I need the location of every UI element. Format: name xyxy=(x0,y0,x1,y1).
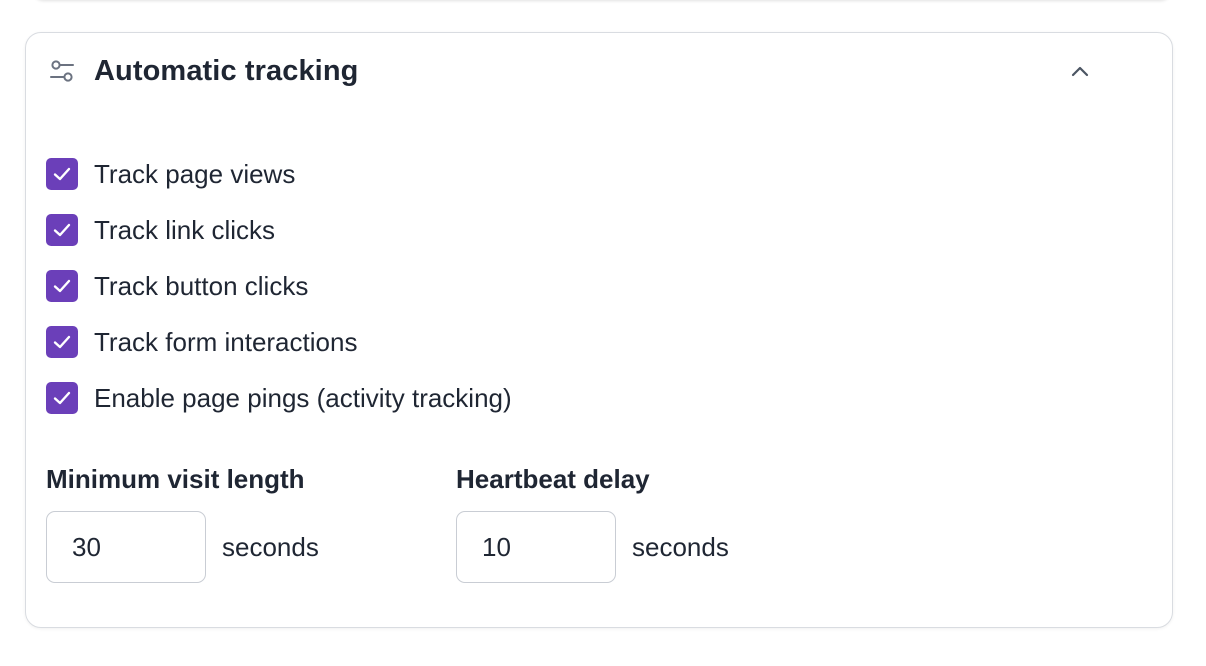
track-form-interactions-checkbox[interactable] xyxy=(46,326,78,358)
option-track-page-views: Track page views xyxy=(46,146,512,202)
section-title: Automatic tracking xyxy=(94,54,359,87)
checkmark-icon xyxy=(53,167,71,181)
option-enable-page-pings: Enable page pings (activity tracking) xyxy=(46,370,512,426)
min-visit-length-field: Minimum visit length seconds xyxy=(46,462,456,583)
option-label: Track button clicks xyxy=(94,270,309,301)
track-page-views-checkbox[interactable] xyxy=(46,158,78,190)
checkmark-icon xyxy=(53,335,71,349)
min-visit-length-row: seconds xyxy=(46,511,456,583)
settings-sliders-icon xyxy=(48,57,76,85)
min-visit-length-label: Minimum visit length xyxy=(46,464,305,494)
min-visit-length-unit: seconds xyxy=(222,531,319,562)
heartbeat-delay-input[interactable] xyxy=(456,511,616,583)
checkmark-icon xyxy=(53,223,71,237)
track-button-clicks-checkbox[interactable] xyxy=(46,270,78,302)
heartbeat-delay-field: Heartbeat delay seconds xyxy=(456,462,866,583)
collapse-button[interactable] xyxy=(1064,56,1096,88)
min-visit-length-input[interactable] xyxy=(46,511,206,583)
enable-page-pings-checkbox[interactable] xyxy=(46,382,78,414)
option-track-link-clicks: Track link clicks xyxy=(46,202,512,258)
heartbeat-delay-label: Heartbeat delay xyxy=(456,464,650,494)
option-label: Track page views xyxy=(94,158,296,189)
option-label: Enable page pings (activity tracking) xyxy=(94,382,512,413)
option-track-form-interactions: Track form interactions xyxy=(46,314,512,370)
option-label: Track form interactions xyxy=(94,326,358,357)
track-link-clicks-checkbox[interactable] xyxy=(46,214,78,246)
option-label: Track link clicks xyxy=(94,214,276,245)
checkmark-icon xyxy=(53,391,71,405)
timing-fields: Minimum visit length seconds Heartbeat d… xyxy=(46,462,866,583)
chevron-up-icon xyxy=(1071,66,1089,77)
tracking-options-list: Track page views Track link clicks Track… xyxy=(46,146,512,426)
heartbeat-delay-unit: seconds xyxy=(632,531,729,562)
section-header: Automatic tracking xyxy=(48,52,1096,90)
option-track-button-clicks: Track button clicks xyxy=(46,258,512,314)
checkmark-icon xyxy=(53,279,71,293)
heartbeat-delay-row: seconds xyxy=(456,511,866,583)
